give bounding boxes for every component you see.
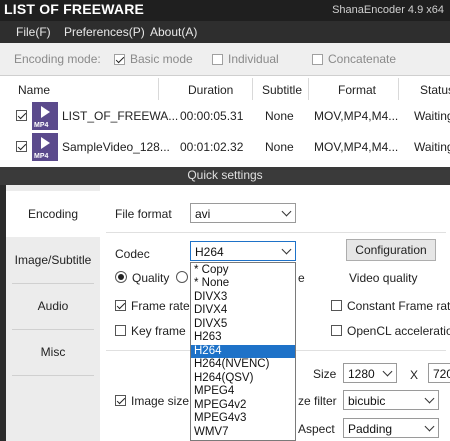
- row-name: SampleVideo_128...: [62, 140, 170, 154]
- codec-option[interactable]: WMV7: [191, 426, 295, 439]
- chevron-down-icon: [281, 244, 292, 255]
- menu-preferences[interactable]: Preferences(P): [64, 25, 145, 39]
- image-size-label: Image size: [131, 394, 190, 408]
- opencl-checkbox[interactable]: [331, 325, 342, 336]
- bitrate-radio[interactable]: [176, 271, 188, 283]
- configuration-button[interactable]: Configuration: [346, 239, 436, 261]
- frame-rate-label: Frame rate: [131, 299, 190, 313]
- codec-option[interactable]: MPEG4: [191, 385, 295, 398]
- image-size-checkbox[interactable]: [115, 395, 126, 406]
- menu-bar: File(F) Preferences(P) About(A): [0, 21, 450, 43]
- file-format-label: File format: [115, 207, 172, 221]
- chevron-down-icon: [281, 206, 292, 217]
- tab-misc[interactable]: Misc: [6, 329, 100, 375]
- width-select[interactable]: 1280: [343, 363, 397, 383]
- row-status: Waiting...: [414, 140, 450, 154]
- codec-option[interactable]: H264(NVENC): [191, 358, 295, 371]
- codec-option[interactable]: DIVX3: [191, 291, 295, 304]
- row-checkbox[interactable]: [16, 141, 27, 152]
- basic-mode-checkbox[interactable]: [114, 54, 125, 65]
- tab-image-subtitle[interactable]: Image/Subtitle: [6, 237, 100, 283]
- rate-mode-label-partial: e: [298, 271, 305, 285]
- file-format-select[interactable]: avi: [190, 203, 296, 223]
- row-duration: 00:01:02.32: [180, 140, 244, 154]
- row-subtitle: None: [265, 140, 294, 154]
- row-status: Waiting...: [414, 109, 450, 123]
- video-quality-label: Video quality: [349, 271, 418, 285]
- row-name: LIST_OF_FREEWA...: [62, 109, 179, 123]
- file-list: Name Duration Subtitle Format Status MP4…: [0, 76, 450, 170]
- individual-checkbox[interactable]: [212, 54, 223, 65]
- column-divider: [398, 78, 399, 100]
- column-duration[interactable]: Duration: [188, 83, 233, 97]
- opencl-label: OpenCL acceleration: [347, 324, 450, 338]
- resize-filter-select[interactable]: bicubic: [343, 390, 439, 410]
- divider: [106, 232, 446, 233]
- title-bar: LIST OF FREEWARE ShanaEncoder 4.9 x64: [0, 0, 450, 21]
- constant-frame-rate-checkbox[interactable]: [331, 300, 342, 311]
- column-format[interactable]: Format: [338, 83, 376, 97]
- quality-radio[interactable]: [115, 271, 127, 283]
- quality-label: Quality: [132, 271, 170, 285]
- table-row[interactable]: MP4 LIST_OF_FREEWA... 00:00:05.31 None M…: [0, 101, 450, 131]
- column-divider: [158, 78, 159, 100]
- key-frame-checkbox[interactable]: [115, 325, 126, 336]
- basic-mode-label: Basic mode: [130, 52, 193, 66]
- aspect-select[interactable]: Padding: [343, 418, 439, 438]
- codec-option[interactable]: MPEG4v3: [191, 412, 295, 425]
- tab-encoding[interactable]: Encoding: [6, 191, 100, 237]
- resize-filter-label: ze filter: [298, 394, 337, 408]
- codec-option[interactable]: * Copy: [191, 264, 295, 277]
- row-duration: 00:00:05.31: [180, 109, 244, 123]
- codec-select[interactable]: H264: [190, 241, 296, 261]
- row-format: MOV,MP4,M4...: [314, 140, 399, 154]
- row-format: MOV,MP4,M4...: [314, 109, 399, 123]
- table-row[interactable]: MP4 SampleVideo_128... 00:01:02.32 None …: [0, 132, 450, 162]
- chevron-down-icon: [424, 393, 435, 404]
- settings-tab-list: Encoding Image/Subtitle Audio Misc: [6, 185, 100, 441]
- frame-rate-checkbox[interactable]: [115, 300, 126, 311]
- menu-file[interactable]: File(F): [16, 25, 51, 39]
- column-name[interactable]: Name: [18, 83, 50, 97]
- column-divider: [308, 78, 309, 100]
- menu-about[interactable]: About(A): [150, 25, 197, 39]
- height-select[interactable]: 720: [428, 363, 450, 383]
- codec-option[interactable]: DIVX4: [191, 304, 295, 317]
- size-label: Size: [313, 367, 337, 381]
- concatenate-checkbox[interactable]: [312, 54, 323, 65]
- concatenate-label: Concatenate: [328, 52, 397, 66]
- key-frame-label: Key frame: [131, 324, 186, 338]
- row-checkbox[interactable]: [16, 110, 27, 121]
- codec-option[interactable]: H264(QSV): [191, 372, 295, 385]
- encoding-mode-bar: Encoding mode: Basic mode Individual Con…: [0, 43, 450, 76]
- codec-label: Codec: [115, 247, 150, 261]
- tab-divider: [12, 375, 94, 376]
- codec-option[interactable]: H263: [191, 331, 295, 344]
- encoding-mode-label: Encoding mode:: [14, 52, 101, 66]
- column-subtitle[interactable]: Subtitle: [262, 83, 302, 97]
- constant-frame-rate-label: Constant Frame rate: [347, 299, 450, 313]
- individual-label: Individual: [228, 52, 279, 66]
- codec-dropdown-list: * Copy * None DIVX3 DIVX4 DIVX5 H263 H26…: [190, 262, 296, 441]
- mp4-file-icon: MP4: [32, 133, 58, 161]
- chevron-down-icon: [424, 421, 435, 432]
- codec-option[interactable]: DIVX5: [191, 318, 295, 331]
- window-title: LIST OF FREEWARE: [4, 1, 145, 17]
- quick-settings-header[interactable]: Quick settings: [0, 167, 450, 185]
- codec-option[interactable]: MPEG4v2: [191, 399, 295, 412]
- aspect-label: Aspect: [298, 422, 335, 436]
- chevron-down-icon: [382, 366, 393, 377]
- row-subtitle: None: [265, 109, 294, 123]
- codec-option-selected[interactable]: H264: [191, 345, 295, 358]
- app-version: ShanaEncoder 4.9 x64: [332, 4, 444, 16]
- size-separator: X: [410, 368, 419, 382]
- tab-audio[interactable]: Audio: [6, 283, 100, 329]
- mp4-file-icon: MP4: [32, 102, 58, 130]
- column-divider: [252, 78, 253, 100]
- column-status[interactable]: Status: [420, 83, 450, 97]
- codec-option[interactable]: * None: [191, 277, 295, 290]
